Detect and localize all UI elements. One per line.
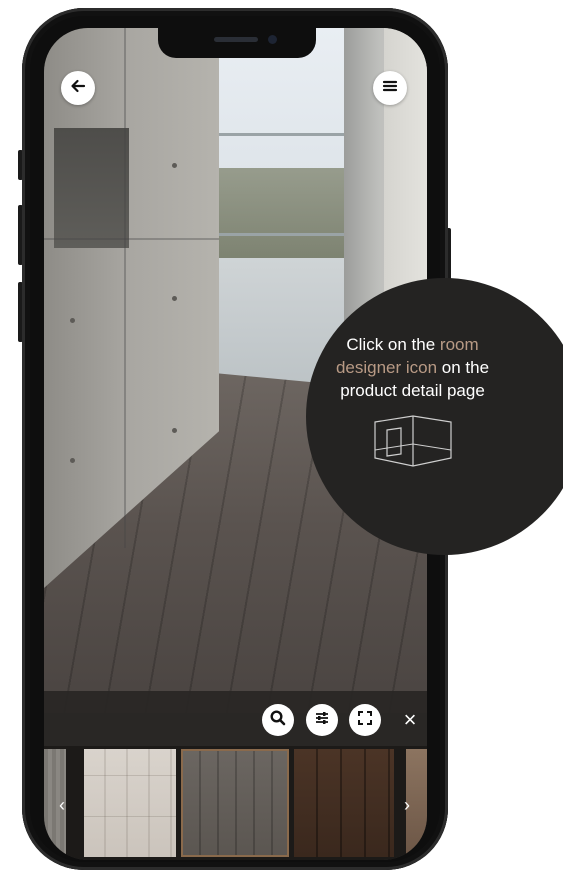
filter-button[interactable] xyxy=(306,704,338,736)
arrow-left-icon xyxy=(69,77,87,100)
phone-notch xyxy=(158,28,316,58)
concrete-hole xyxy=(172,428,177,433)
menu-button[interactable] xyxy=(373,71,407,105)
window-rail xyxy=(214,133,354,136)
room-toolbar: × xyxy=(44,691,427,748)
room-designer-icon xyxy=(373,414,453,474)
window-rail xyxy=(214,233,354,236)
back-button[interactable] xyxy=(61,71,95,105)
swatch-selected-grey-oak[interactable] xyxy=(181,749,289,857)
concrete-seam xyxy=(44,238,219,240)
info-bubble-text: Click on the room designer icon on the p… xyxy=(313,333,513,402)
concrete-hole xyxy=(70,318,75,323)
fullscreen-button[interactable] xyxy=(349,704,381,736)
swatch-dark-walnut[interactable] xyxy=(294,749,394,857)
info-text-part1: Click on the xyxy=(346,335,440,354)
search-icon xyxy=(269,709,287,732)
concrete-dark-block xyxy=(54,128,129,248)
carousel-next-button[interactable]: › xyxy=(397,793,417,817)
front-camera xyxy=(268,35,277,44)
hamburger-menu-icon xyxy=(382,79,398,98)
concrete-seam xyxy=(124,28,126,548)
floor-swatch-carousel xyxy=(44,746,427,860)
close-button[interactable]: × xyxy=(394,704,426,736)
swatch-light-oak[interactable] xyxy=(84,749,176,857)
sliders-icon xyxy=(313,709,331,732)
speaker-grille xyxy=(214,37,258,42)
fullscreen-icon xyxy=(356,709,374,732)
concrete-hole xyxy=(172,163,177,168)
window-trees xyxy=(214,168,354,258)
carousel-prev-button[interactable]: ‹ xyxy=(52,793,72,817)
concrete-hole xyxy=(172,296,177,301)
concrete-hole xyxy=(70,458,75,463)
search-button[interactable] xyxy=(262,704,294,736)
